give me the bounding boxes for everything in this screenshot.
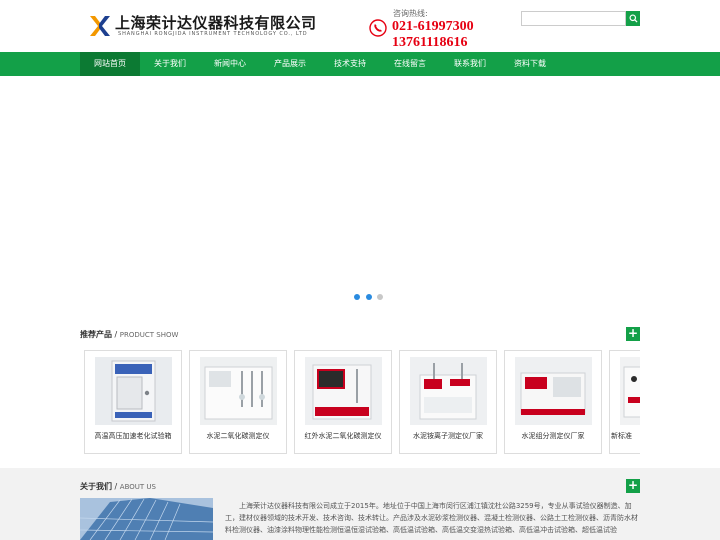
about-description: 上海荣计达仪器科技有限公司成立于2015年。地址位于中国上海市闵行区浦江镇沈杜公… (225, 502, 638, 534)
search-button[interactable] (626, 11, 640, 26)
product-card[interactable]: 高温高压加速老化试验箱 (84, 350, 182, 454)
product-card[interactable]: 水泥二氧化碳测定仪 (189, 350, 287, 454)
product-photo-chamber (95, 357, 172, 425)
product-card[interactable]: 新标准 (609, 350, 640, 454)
product-label: 红外水泥二氧化碳测定仪 (304, 432, 382, 440)
logo-mark-icon (90, 16, 110, 36)
nav-item-news[interactable]: 新闻中心 (200, 52, 260, 76)
product-label: 水泥组分测定仪厂家 (521, 432, 585, 440)
nav-item-home[interactable]: 网站首页 (80, 52, 140, 76)
phone-icon (369, 19, 387, 37)
slider-dot-3[interactable] (377, 294, 383, 300)
nav-item-support[interactable]: 技术支持 (320, 52, 380, 76)
product-label: 水泥铵离子测定仪厂家 (413, 432, 483, 440)
page: 上海荣计达仪器科技有限公司 SHANGHAI RONGJIDA INSTRUME… (0, 0, 720, 540)
site-header: 上海荣计达仪器科技有限公司 SHANGHAI RONGJIDA INSTRUME… (0, 0, 720, 52)
product-photo-co2-meter (200, 357, 277, 425)
about-section: 关于我们 / ABOUT US + 上海荣计达仪器科技有限公司成立于2015年。… (0, 468, 720, 540)
product-card[interactable]: 水泥铵离子测定仪厂家 (399, 350, 497, 454)
about-more-button[interactable]: + (626, 479, 640, 493)
products-title-sep: / (112, 330, 120, 339)
about-photo-building (80, 498, 213, 540)
product-photo-ir-co2-meter (305, 357, 382, 425)
about-title-cn: 关于我们 (80, 482, 112, 491)
company-name: 上海荣计达仪器科技有限公司 (115, 14, 317, 32)
product-photo-ammonium-meter (410, 357, 487, 425)
nav-item-products[interactable]: 产品展示 (260, 52, 320, 76)
products-title-cn: 推荐产品 (80, 330, 112, 339)
product-photo-new-standard (620, 357, 640, 425)
product-carousel: 高温高压加速老化试验箱 水泥二氧化碳测定仪 红外水泥二氧化碳测定仪 水泥铵离子测… (80, 350, 640, 454)
products-title-en: PRODUCT SHOW (119, 331, 179, 339)
about-image (80, 498, 213, 540)
product-image (95, 357, 172, 425)
product-image (200, 357, 277, 425)
hotline-label: 咨询热线: (393, 9, 428, 18)
product-card[interactable]: 红外水泥二氧化碳测定仪 (294, 350, 392, 454)
slider-dot-2[interactable] (366, 294, 372, 300)
about-title-sep: / (112, 482, 120, 491)
company-name-en: SHANGHAI RONGJIDA INSTRUMENT TECHNOLOGY … (118, 31, 308, 37)
about-title-en: ABOUT US (119, 483, 156, 491)
phone-number-1: 021-61997300 (392, 19, 474, 34)
nav-item-download[interactable]: 资料下载 (500, 52, 560, 76)
banner-slider (0, 76, 720, 312)
products-section-title: 推荐产品 / PRODUCT SHOW (80, 329, 178, 340)
product-photo-component-meter (515, 357, 592, 425)
search-icon (628, 14, 638, 23)
site-logo[interactable]: 上海荣计达仪器科技有限公司 SHANGHAI RONGJIDA INSTRUME… (88, 12, 316, 42)
main-nav: 网站首页 关于我们 新闻中心 产品展示 技术支持 在线留言 联系我们 资料下载 (0, 52, 720, 76)
product-image (515, 357, 592, 425)
hotline: 咨询热线: 021-61997300 13761118616 (369, 8, 489, 52)
product-card[interactable]: 水泥组分测定仪厂家 (504, 350, 602, 454)
nav-item-about[interactable]: 关于我们 (140, 52, 200, 76)
nav-item-contact[interactable]: 联系我们 (440, 52, 500, 76)
product-label: 新标准 (611, 432, 632, 440)
search-input[interactable] (521, 11, 626, 26)
product-label: 水泥二氧化碳测定仪 (206, 432, 270, 440)
products-more-button[interactable]: + (626, 327, 640, 341)
product-image (620, 357, 640, 425)
slider-dot-1[interactable] (354, 294, 360, 300)
product-image (410, 357, 487, 425)
product-image (305, 357, 382, 425)
about-section-title: 关于我们 / ABOUT US (80, 481, 156, 492)
product-label: 高温高压加速老化试验箱 (94, 432, 172, 440)
phone-number-2: 13761118616 (392, 35, 468, 50)
nav-item-message[interactable]: 在线留言 (380, 52, 440, 76)
